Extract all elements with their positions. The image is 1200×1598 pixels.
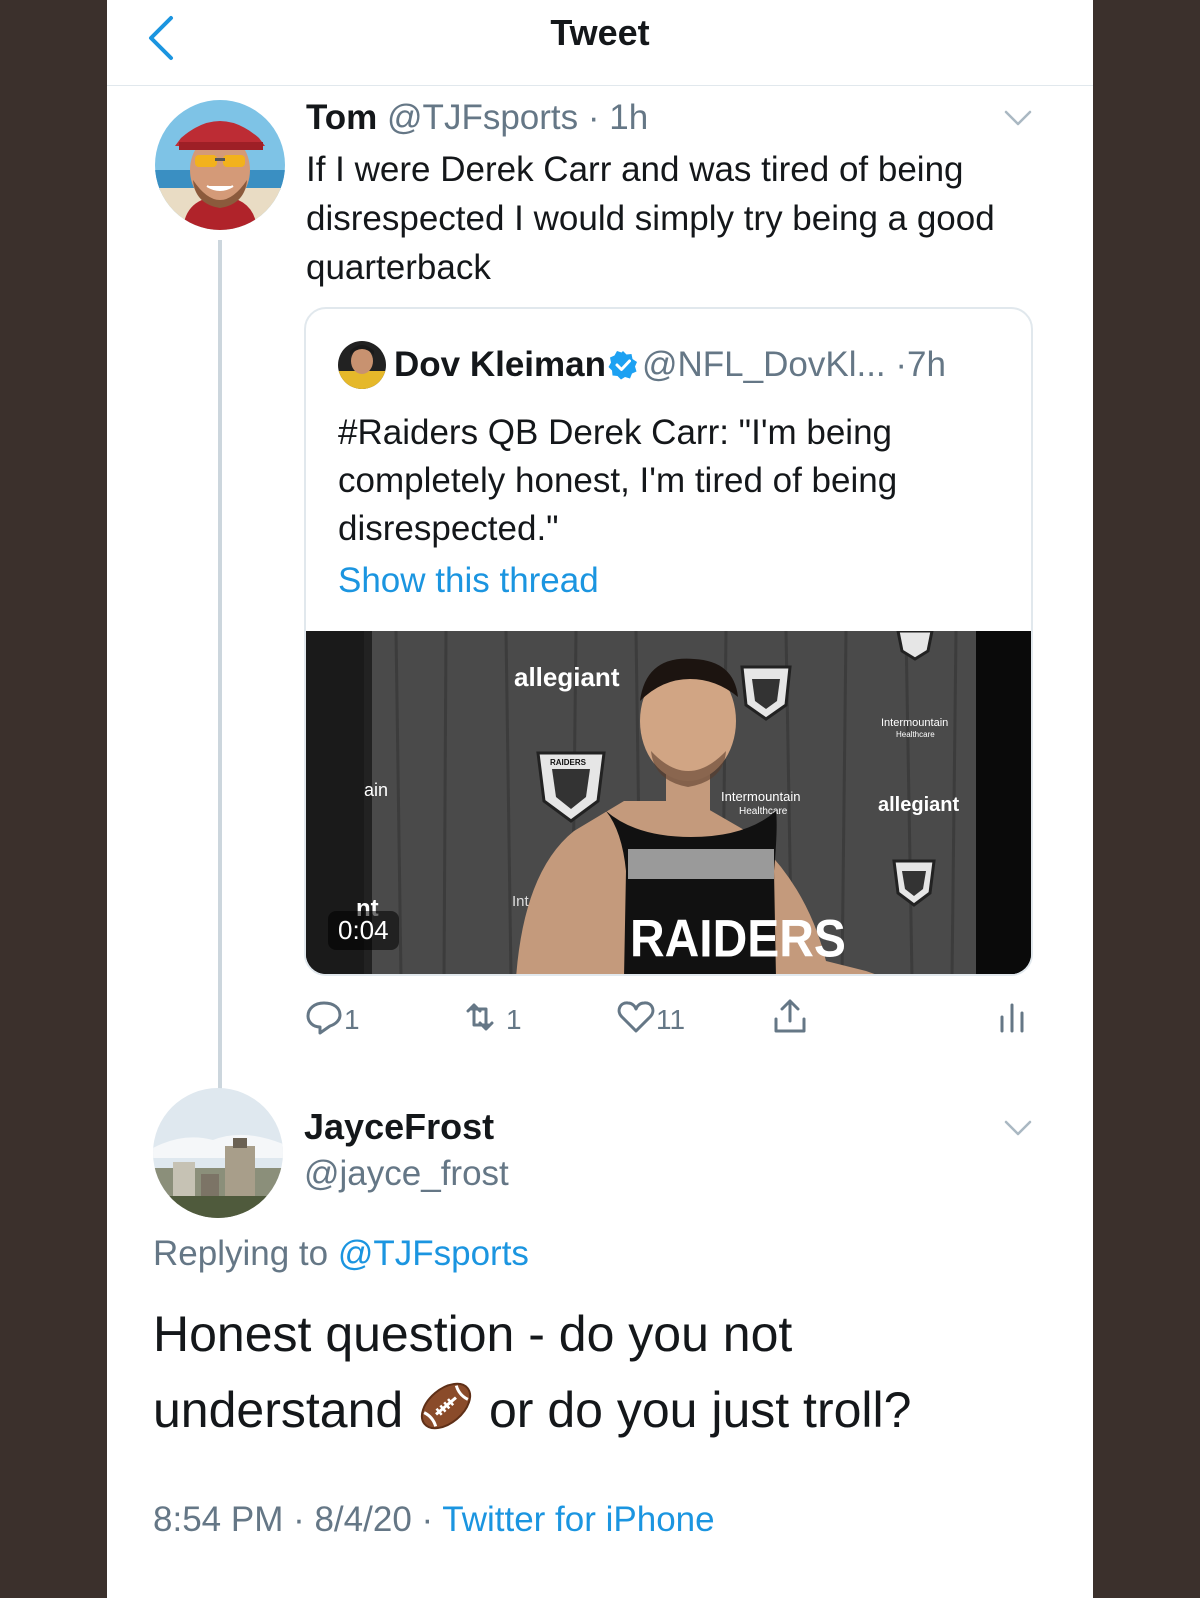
analytics-button[interactable]: [992, 998, 1032, 1042]
football-emoji-icon: [417, 1377, 475, 1435]
verified-badge-icon: [608, 349, 638, 380]
tom-time-separator: ·: [578, 98, 610, 137]
tom-tweet-text: If I were Derek Carr and was tired of be…: [306, 150, 995, 287]
jayce-name[interactable]: JayceFrost: [304, 1106, 494, 1148]
top-bar: Tweet: [107, 0, 1093, 86]
healthcare-sign-right: Healthcare: [896, 730, 935, 739]
retweet-button[interactable]: 1: [454, 998, 522, 1042]
show-thread-link[interactable]: Show this thread: [338, 561, 599, 601]
healthcare-sign: Healthcare: [739, 806, 788, 817]
analytics-icon: [992, 997, 1032, 1044]
video-thumbnail[interactable]: allegiant allegiant Intermountain Health…: [306, 631, 1031, 974]
partial-sign-mid: Int: [512, 893, 530, 910]
reply-tweet-text: Honest question - do you not understand …: [153, 1296, 1053, 1448]
retweet-count: 1: [506, 1004, 522, 1035]
raiders-shield-text: RAIDERS: [550, 758, 587, 767]
tweet-detail-screen: Tweet Tom @TJFsports · 1h If I were Dere…: [107, 0, 1093, 1598]
meta-separator: ·: [283, 1500, 315, 1539]
quoted-header: Dov Kleiman @NFL_DovKl... ·7h: [394, 345, 946, 385]
tweet-date: 8/4/20: [314, 1500, 412, 1539]
reply-text-after: or do you just troll?: [475, 1382, 912, 1438]
allegiant-sign: allegiant: [514, 662, 620, 692]
share-button[interactable]: [770, 998, 810, 1042]
intermountain-sign: Intermountain: [721, 789, 801, 804]
quoted-tweet-card[interactable]: Dov Kleiman @NFL_DovKl... ·7h #Raiders QB…: [304, 307, 1033, 976]
like-count: 11: [656, 1004, 686, 1035]
partial-sign-left: ain: [364, 780, 388, 800]
tom-handle[interactable]: @TJFsports: [387, 98, 578, 137]
dov-avatar[interactable]: [338, 341, 386, 389]
tom-options-chevron-icon[interactable]: [1003, 108, 1033, 128]
dov-handle[interactable]: @NFL_DovKl...: [642, 345, 886, 384]
raiders-shirt-text: RAIDERS: [630, 908, 846, 968]
quoted-tweet-text: #Raiders QB Derek Carr: "I'm being compl…: [338, 413, 898, 548]
tom-header: Tom @TJFsports · 1h: [306, 98, 648, 138]
tom-time: 1h: [609, 98, 649, 137]
replying-to-line: Replying to @TJFsports: [153, 1234, 529, 1274]
video-duration-badge: 0:04: [328, 911, 399, 950]
jayce-options-chevron-icon[interactable]: [1003, 1118, 1033, 1138]
press-conference-image: allegiant allegiant Intermountain Health…: [306, 631, 1031, 974]
reply-count: 1: [344, 1004, 360, 1035]
heart-icon: [616, 997, 656, 1044]
meta-separator-2: ·: [411, 1500, 443, 1539]
share-icon: [770, 997, 810, 1044]
jayce-handle[interactable]: @jayce_frost: [304, 1154, 509, 1194]
replying-to-mention[interactable]: @TJFsports: [338, 1234, 529, 1273]
like-button[interactable]: 11: [616, 998, 685, 1042]
reply-icon: [304, 997, 344, 1044]
tweet-meta-line: 8:54 PM · 8/4/20 · Twitter for iPhone: [153, 1500, 715, 1540]
tweet-source-link[interactable]: Twitter for iPhone: [442, 1500, 714, 1539]
retweet-icon: [454, 997, 506, 1044]
jayce-avatar[interactable]: [153, 1088, 283, 1218]
page-title: Tweet: [550, 12, 650, 53]
allegiant-sign-right: allegiant: [878, 794, 959, 816]
dov-name[interactable]: Dov Kleiman: [394, 345, 606, 384]
tom-avatar[interactable]: [155, 100, 285, 230]
dov-time-separator: ·: [885, 345, 908, 384]
tweet-time: 8:54 PM: [153, 1500, 284, 1539]
tweet-action-bar: 1 1 11: [304, 998, 1033, 1042]
intermountain-sign-right: Intermountain: [881, 717, 948, 729]
replying-to-label: Replying to: [153, 1234, 338, 1273]
dov-time: 7h: [907, 345, 946, 384]
thread-connector-line: [218, 240, 222, 1092]
tom-name[interactable]: Tom: [306, 98, 377, 137]
reply-button[interactable]: 1: [304, 998, 360, 1042]
